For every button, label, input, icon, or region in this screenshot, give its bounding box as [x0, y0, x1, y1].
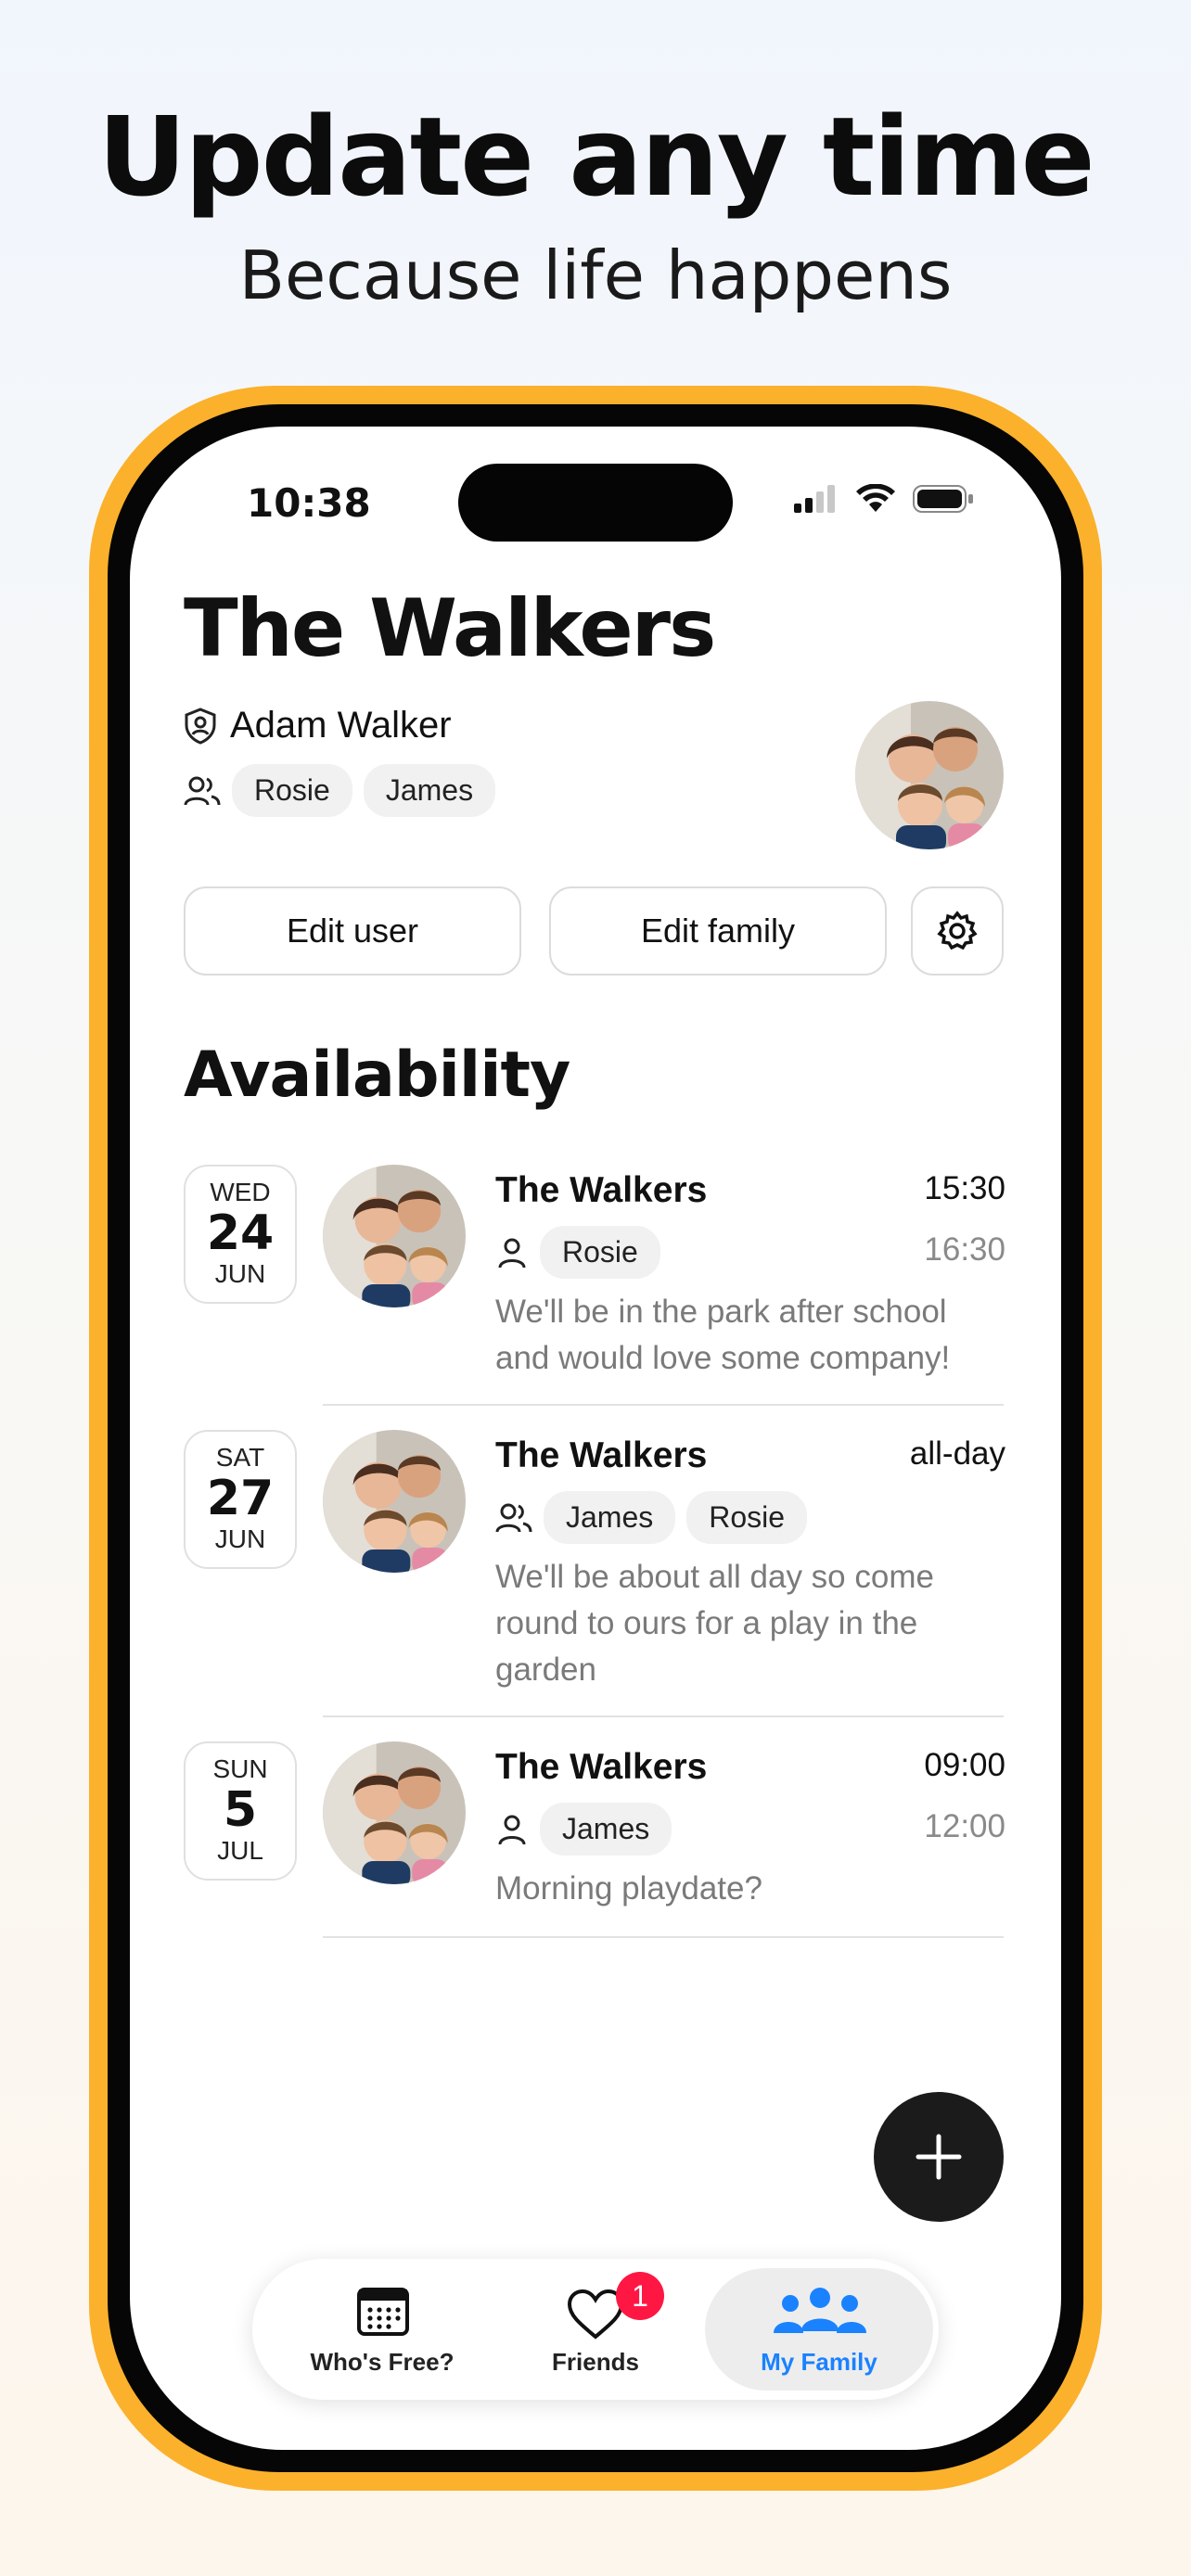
- person-chip: James: [544, 1491, 676, 1544]
- add-availability-button[interactable]: [874, 2092, 1004, 2222]
- edit-user-button[interactable]: Edit user: [184, 886, 521, 976]
- family-avatar[interactable]: [855, 701, 1004, 849]
- users-icon: [495, 1503, 532, 1532]
- date-weekday: SUN: [212, 1754, 268, 1783]
- event-card[interactable]: SAT 27 JUN The Walkers all-day James Ros…: [184, 1430, 1005, 1690]
- app-screen: 10:38 The Walkers Adam Walker Rosie Jame…: [130, 427, 1061, 2450]
- shield-user-icon: [185, 707, 216, 745]
- divider: [323, 1404, 1004, 1406]
- event-start-time: all-day: [909, 1435, 1005, 1472]
- battery-icon: [913, 485, 973, 513]
- family-admin-row: Adam Walker: [184, 705, 452, 746]
- event-family-avatar: [323, 1741, 466, 1884]
- family-members-row: Rosie James: [184, 764, 496, 817]
- tab-label: My Family: [761, 2348, 877, 2376]
- tab-label: Friends: [552, 2348, 639, 2376]
- date-box: WED 24 JUN: [184, 1165, 297, 1304]
- person-chip: James: [540, 1803, 672, 1855]
- date-box: SAT 27 JUN: [184, 1430, 297, 1569]
- tab-bar: Who's Free? Friends 1 My Family: [252, 2259, 939, 2400]
- marketing-headline: Update any time: [97, 93, 1095, 221]
- user-icon: [498, 1815, 526, 1844]
- event-note: We'll be about all day so come round to …: [495, 1559, 934, 1688]
- edit-family-button[interactable]: Edit family: [549, 886, 887, 976]
- settings-button[interactable]: [911, 886, 1004, 976]
- gear-icon: [937, 911, 978, 950]
- date-weekday: WED: [210, 1178, 271, 1206]
- signal-icon: [794, 485, 835, 513]
- tab-my-family[interactable]: My Family: [714, 2259, 924, 2400]
- marketing-subheadline: Because life happens: [238, 236, 953, 314]
- date-month: JUN: [214, 1259, 266, 1288]
- status-time: 10:38: [247, 480, 371, 526]
- date-day: 27: [206, 1471, 275, 1526]
- event-family-name: The Walkers: [495, 1170, 708, 1210]
- date-box: SUN 5 JUL: [184, 1741, 297, 1881]
- user-icon: [498, 1238, 526, 1268]
- event-card[interactable]: WED 24 JUN The Walkers 15:30 16:30 Rosie…: [184, 1165, 1005, 1387]
- tab-whos-free[interactable]: Who's Free?: [289, 2259, 475, 2400]
- event-people: James: [495, 1803, 672, 1855]
- admin-name: Adam Walker: [230, 705, 452, 746]
- event-family-name: The Walkers: [495, 1747, 708, 1787]
- date-day: 24: [206, 1205, 275, 1261]
- event-family-avatar: [323, 1430, 466, 1573]
- event-end-time: 12:00: [924, 1808, 1005, 1844]
- tab-label: Who's Free?: [310, 2348, 455, 2376]
- notification-badge: 1: [616, 2272, 664, 2320]
- member-chip: Rosie: [232, 764, 352, 817]
- availability-title: Availability: [184, 1039, 570, 1112]
- calendar-icon: [357, 2288, 409, 2336]
- wifi-icon: [856, 484, 895, 512]
- dynamic-island: [458, 464, 733, 542]
- event-note: We'll be in the park after school and wo…: [495, 1294, 951, 1376]
- date-month: JUL: [217, 1836, 263, 1865]
- event-card[interactable]: SUN 5 JUL The Walkers 09:00 12:00 James …: [184, 1741, 1005, 1927]
- divider: [323, 1936, 1004, 1938]
- tab-friends[interactable]: Friends: [503, 2259, 688, 2400]
- family-title: The Walkers: [184, 582, 716, 675]
- plus-icon: [916, 2134, 962, 2180]
- users-icon: [184, 776, 221, 805]
- event-note: Morning playdate?: [495, 1870, 762, 1906]
- date-month: JUN: [214, 1524, 266, 1553]
- divider: [323, 1715, 1004, 1717]
- status-icons: [792, 484, 974, 514]
- event-family-name: The Walkers: [495, 1435, 708, 1475]
- date-day: 5: [223, 1782, 258, 1838]
- event-people: Rosie: [495, 1226, 660, 1279]
- member-chip: James: [363, 764, 496, 817]
- person-chip: Rosie: [540, 1226, 660, 1279]
- date-weekday: SAT: [215, 1443, 265, 1472]
- event-family-avatar: [323, 1165, 466, 1307]
- event-start-time: 15:30: [924, 1170, 1005, 1206]
- event-end-time: 16:30: [924, 1231, 1005, 1268]
- event-people: James Rosie: [495, 1491, 808, 1544]
- family-icon: [774, 2288, 866, 2333]
- person-chip: Rosie: [686, 1491, 808, 1544]
- event-start-time: 09:00: [924, 1747, 1005, 1783]
